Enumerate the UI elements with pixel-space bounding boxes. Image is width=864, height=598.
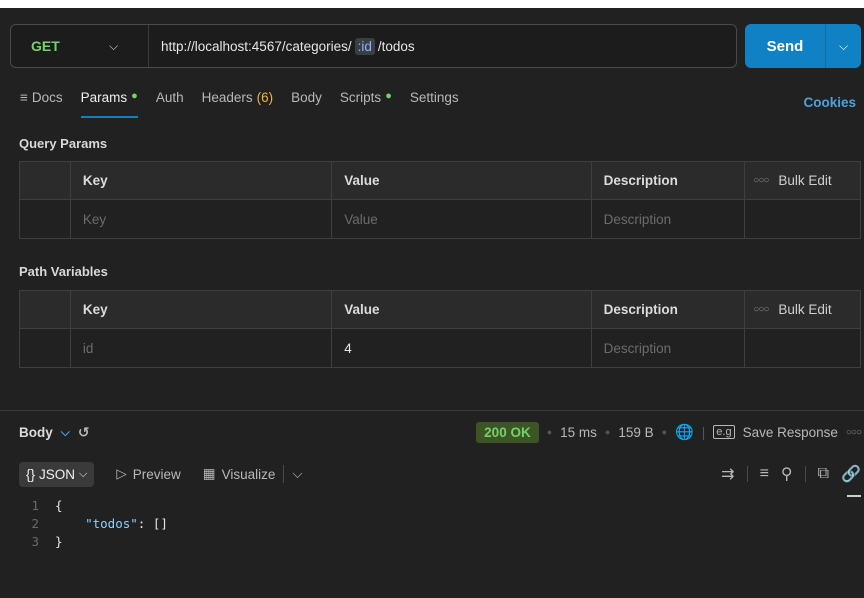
value-input[interactable]: 4 — [332, 329, 592, 367]
tab-auth[interactable]: Auth — [156, 90, 184, 118]
bulk-edit-button[interactable]: ○○○ Bulk Edit — [745, 162, 860, 199]
chevron-down-icon[interactable]: ⌵ — [292, 466, 302, 482]
more-dots-icon: ○○○ — [753, 304, 769, 315]
query-params-title: Query Params — [19, 136, 108, 151]
copy-icon[interactable]: ⧉ — [818, 465, 829, 483]
preview-button[interactable]: ▷ Preview — [116, 466, 180, 482]
code-line: 2 "todos": [] — [31, 515, 168, 531]
description-input[interactable]: Description — [592, 200, 746, 238]
send-button-group[interactable]: Send ⌵ — [745, 24, 861, 68]
tab-body[interactable]: Body — [291, 90, 322, 118]
column-value: Value — [332, 291, 592, 328]
globe-icon[interactable]: 🌐 — [675, 423, 694, 441]
json-key: "todos" — [85, 515, 138, 531]
link-icon[interactable]: 🔗 — [841, 464, 861, 484]
tab-params[interactable]: Params ● — [80, 90, 139, 118]
search-icon[interactable]: ⚲ — [781, 464, 793, 484]
tab-headers[interactable]: Headers (6) — [202, 90, 274, 118]
column-description: Description — [592, 162, 746, 199]
response-header: Body ⌵ ↺ 200 OK ● 15 ms ● 159 B ● 🌐 | e.… — [19, 421, 862, 443]
save-response-button[interactable]: Save Response — [743, 425, 838, 440]
response-code-editor[interactable]: 1 { 2 "todos": [] 3 } — [19, 496, 849, 550]
bulk-edit-button[interactable]: ○○○ Bulk Edit — [745, 291, 860, 328]
braces-icon: {} — [26, 466, 36, 482]
chevron-down-icon: ⌵ — [109, 38, 119, 53]
docs-icon: ≡ — [20, 90, 28, 105]
params-indicator-dot: ● — [131, 90, 138, 102]
status-badge: 200 OK — [476, 421, 539, 443]
column-description: Description — [592, 291, 746, 328]
tab-docs[interactable]: ≡ Docs — [20, 90, 63, 118]
wrap-lines-icon[interactable]: ⇉ — [721, 464, 734, 484]
save-response-icon: e.g — [713, 425, 735, 439]
cookies-link[interactable]: Cookies — [803, 95, 856, 110]
table-row: Key Value Description — [20, 200, 860, 238]
image-icon: ▦ — [202, 466, 216, 481]
url-prefix: http://localhost:4567/categories/ — [161, 38, 352, 54]
path-variables-title: Path Variables — [19, 264, 108, 279]
method-select[interactable]: GET ⌵ — [11, 25, 149, 67]
history-icon[interactable]: ↺ — [78, 424, 90, 441]
value-input[interactable]: Value — [332, 200, 592, 238]
filter-icon[interactable]: ≡ — [760, 465, 769, 483]
headers-count: (6) — [256, 90, 274, 105]
table-header-row: Key Value Description ○○○ Bulk Edit — [20, 162, 860, 200]
description-input[interactable]: Description — [592, 329, 746, 367]
send-options-chevron-icon[interactable]: ⌵ — [825, 24, 861, 68]
tab-settings[interactable]: Settings — [410, 90, 459, 118]
url-suffix: /todos — [377, 38, 415, 54]
url-input[interactable]: http://localhost:4567/categories/ :id /t… — [149, 37, 415, 55]
more-dots-icon[interactable]: ○○○ — [846, 427, 862, 438]
code-line: 3 } — [31, 533, 63, 549]
path-variables-table: Key Value Description ○○○ Bulk Edit id 4… — [19, 290, 861, 368]
method-label: GET — [31, 38, 60, 54]
key-field: id — [71, 329, 333, 367]
response-time: 15 ms — [560, 424, 597, 440]
column-key: Key — [71, 162, 333, 199]
row-checkbox-cell[interactable] — [20, 200, 71, 238]
chevron-down-icon[interactable]: ⌵ — [61, 425, 70, 440]
column-key: Key — [71, 291, 333, 328]
tab-scripts[interactable]: Scripts ● — [340, 90, 392, 118]
table-row: id 4 Description — [20, 329, 860, 367]
code-line: 1 { — [31, 497, 63, 513]
pane-divider[interactable] — [0, 410, 864, 411]
scripts-indicator-dot: ● — [385, 90, 392, 102]
top-edge-strip — [0, 0, 864, 8]
more-dots-icon: ○○○ — [753, 175, 769, 186]
query-params-table: Key Value Description ○○○ Bulk Edit Key … — [19, 161, 861, 239]
column-value: Value — [332, 162, 592, 199]
play-icon: ▷ — [116, 466, 127, 481]
url-bar[interactable]: GET ⌵ http://localhost:4567/categories/ … — [10, 24, 737, 68]
send-button[interactable]: Send — [745, 38, 825, 55]
response-size: 159 B — [618, 424, 654, 440]
format-select[interactable]: {} JSON ⌵ — [19, 461, 95, 487]
visualize-button[interactable]: ▦ Visualize — [203, 466, 276, 482]
request-tabs: ≡ Docs Params ● Auth Headers (6) Body Sc… — [0, 90, 864, 118]
table-header-row: Key Value Description ○○○ Bulk Edit — [20, 291, 860, 329]
scrollbar-indicator[interactable] — [847, 495, 861, 497]
url-path-variable[interactable]: :id — [354, 37, 375, 55]
key-input[interactable]: Key — [71, 200, 333, 238]
response-toolbar: {} JSON ⌵ ▷ Preview ▦ Visualize ⌵ ⇉ ≡ ⚲ … — [19, 460, 861, 488]
chevron-down-icon: ⌵ — [79, 467, 88, 480]
response-body-tab[interactable]: Body — [19, 425, 53, 440]
